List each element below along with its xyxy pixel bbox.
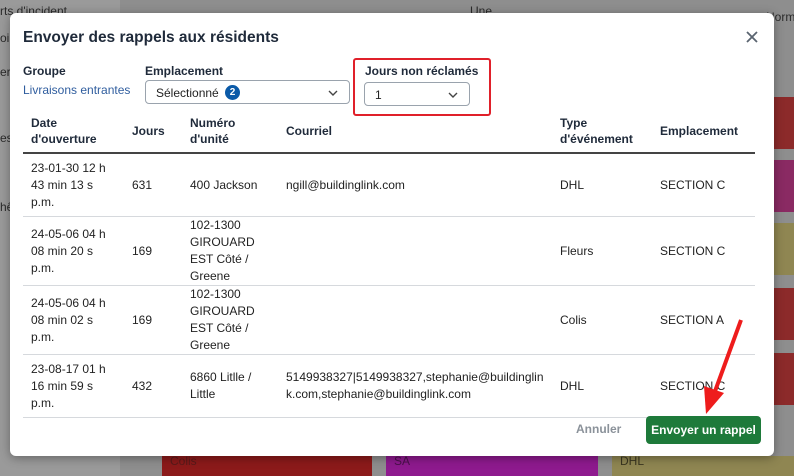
- chevron-down-icon: [448, 92, 458, 98]
- background-text: SA: [394, 454, 411, 468]
- location-select[interactable]: Sélectionné 2: [145, 80, 350, 104]
- column-header-unit[interactable]: Numéro d'unité: [182, 109, 278, 154]
- reminders-table: Date d'ouverture Jours Numéro d'unité Cour…: [23, 109, 755, 418]
- background-text: Colis: [170, 454, 197, 468]
- cell-unit: 6860 Litlle / Little: [182, 354, 278, 418]
- column-header-days[interactable]: Jours: [124, 109, 182, 154]
- table-row[interactable]: 23-08-17 01 h 16 min 59 s p.m. 432 6860 Li…: [23, 354, 755, 418]
- days-label: Jours non réclamés: [365, 64, 479, 78]
- cell-days: 432: [124, 354, 182, 418]
- cell-email: 5149938327|5149938327,stephanie@building…: [278, 354, 552, 418]
- group-value: Livraisons entrantes: [23, 83, 131, 97]
- background-tile: Colis: [162, 454, 372, 476]
- table-row[interactable]: 24-05-06 04 h 08 min 20 s p.m. 169 102-130…: [23, 216, 755, 286]
- column-header-event-type[interactable]: Type d'événement: [552, 109, 652, 154]
- cell-email: [278, 285, 552, 355]
- background-tile: [774, 288, 794, 340]
- cell-date: 23-08-17 01 h 16 min 59 s p.m.: [23, 354, 124, 418]
- location-select-value: Sélectionné: [156, 86, 219, 100]
- chevron-down-icon: [328, 90, 338, 96]
- background-tile: [774, 160, 794, 212]
- background-text: oi: [0, 31, 10, 45]
- close-icon[interactable]: [744, 29, 760, 45]
- cell-location: SECTION C: [652, 354, 755, 418]
- send-reminder-button[interactable]: Envoyer un rappel: [646, 416, 761, 444]
- location-count-badge: 2: [225, 85, 240, 100]
- cell-event-type: DHL: [552, 354, 652, 418]
- background-tile: [774, 223, 794, 275]
- background-tile: SA: [386, 454, 598, 476]
- cell-event-type: DHL: [552, 153, 652, 217]
- background-text: DHL: [620, 454, 645, 468]
- cell-location: SECTION C: [652, 216, 755, 286]
- cell-days: 169: [124, 285, 182, 355]
- table-row[interactable]: 24-05-06 04 h 08 min 02 s p.m. 169 102-130…: [23, 285, 755, 355]
- cell-days: 631: [124, 153, 182, 217]
- cell-date: 24-05-06 04 h 08 min 20 s p.m.: [23, 216, 124, 286]
- days-select[interactable]: 1: [364, 82, 470, 106]
- background-tile: [774, 97, 794, 149]
- table-row[interactable]: 23-01-30 12 h 43 min 13 s p.m. 631 400 Jac…: [23, 153, 755, 217]
- reminder-dialog: Envoyer des rappels aux résidents Groupe…: [10, 13, 774, 456]
- background-tile: DHL: [612, 454, 794, 476]
- cell-date: 24-05-06 04 h 08 min 02 s p.m.: [23, 285, 124, 355]
- column-header-date[interactable]: Date d'ouverture: [23, 109, 124, 154]
- cell-email: ngill@buildinglink.com: [278, 153, 552, 217]
- table-header-row: Date d'ouverture Jours Numéro d'unité Cour…: [23, 109, 755, 154]
- cell-location: SECTION A: [652, 285, 755, 355]
- cell-event-type: Colis: [552, 285, 652, 355]
- days-select-value: 1: [375, 88, 382, 102]
- cell-event-type: Fleurs: [552, 216, 652, 286]
- column-header-location[interactable]: Emplacement: [652, 109, 755, 154]
- cell-date: 23-01-30 12 h 43 min 13 s p.m.: [23, 153, 124, 217]
- background-tile: [774, 353, 794, 405]
- cell-unit: 400 Jackson: [182, 153, 278, 217]
- cancel-button[interactable]: Annuler: [576, 422, 621, 436]
- location-label: Emplacement: [145, 64, 224, 78]
- group-label: Groupe: [23, 64, 66, 78]
- dialog-title: Envoyer des rappels aux résidents: [23, 29, 279, 46]
- cell-location: SECTION C: [652, 153, 755, 217]
- column-header-email[interactable]: Courriel: [278, 109, 552, 154]
- cell-unit: 102-1300 GIROUARD EST Côté / Greene: [182, 216, 278, 286]
- cell-email: [278, 216, 552, 286]
- cell-days: 169: [124, 216, 182, 286]
- cell-unit: 102-1300 GIROUARD EST Côté / Greene: [182, 285, 278, 355]
